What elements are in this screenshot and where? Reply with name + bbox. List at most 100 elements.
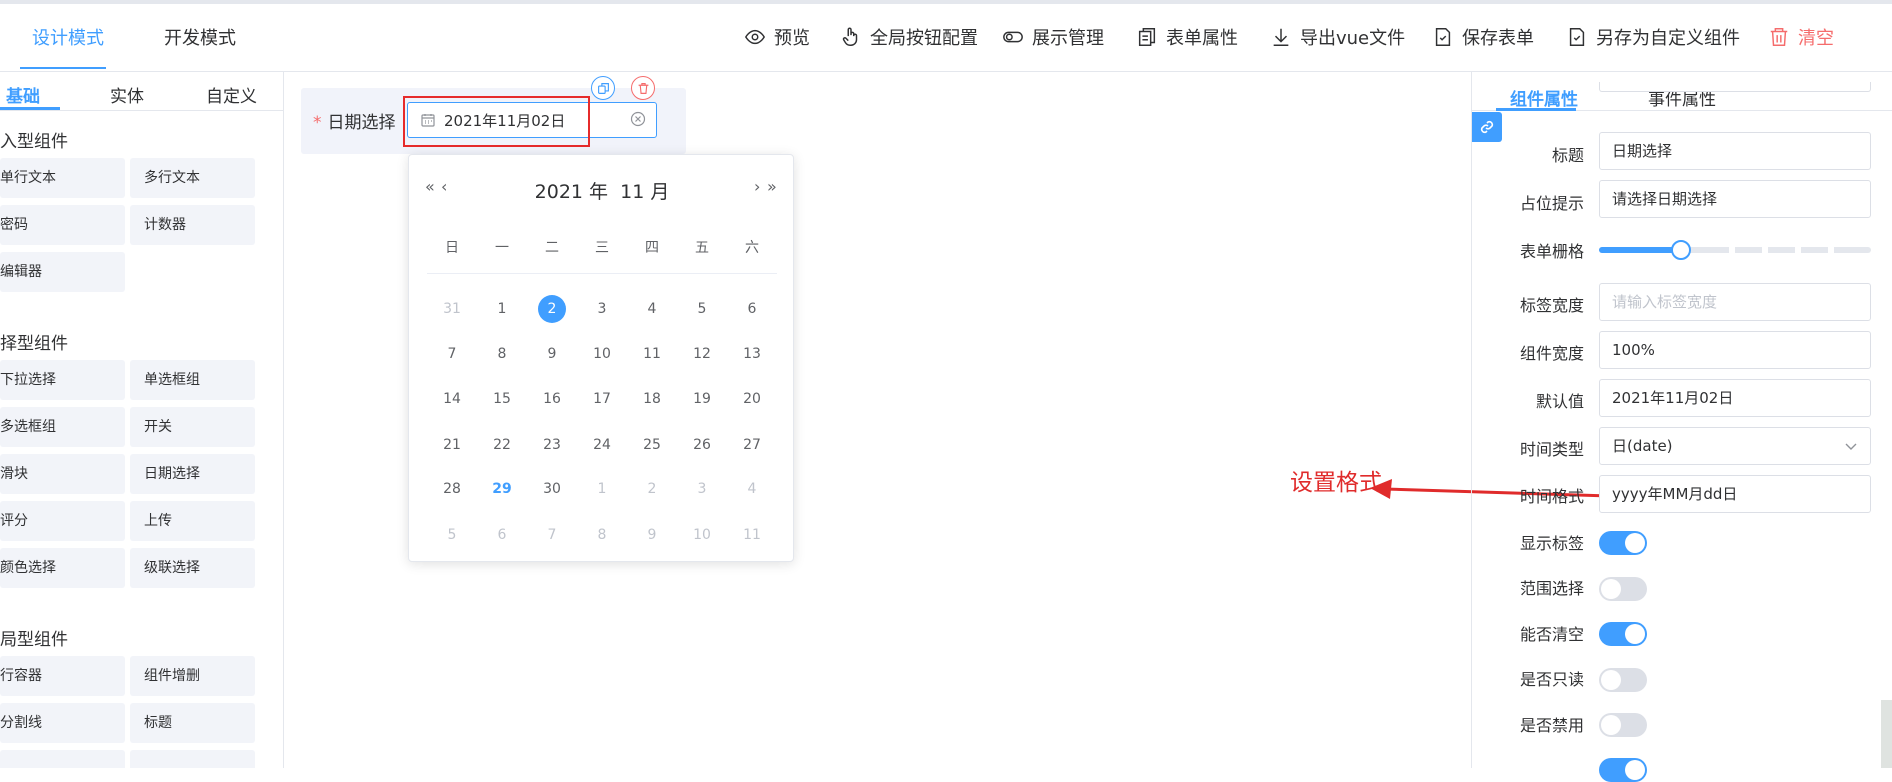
calendar-day[interactable]: 21 [427, 431, 477, 459]
export-vue-button[interactable]: 导出vue文件 [1270, 24, 1405, 50]
calendar-day[interactable]: 31 [427, 295, 477, 323]
calendar-day[interactable]: 11 [627, 340, 677, 368]
calendar-day[interactable]: 13 [727, 340, 777, 368]
year-label[interactable]: 2021 年 [535, 181, 608, 203]
calendar-day[interactable]: 24 [577, 431, 627, 459]
calendar-day[interactable]: 30 [527, 475, 577, 503]
calendar-day[interactable]: 5 [677, 295, 727, 323]
calendar-day[interactable]: 9 [627, 521, 677, 549]
component-row-container[interactable]: 行容器 [0, 656, 125, 696]
clearable-switch[interactable] [1599, 622, 1647, 646]
calendar-day[interactable]: 11 [727, 521, 777, 549]
title-input[interactable]: 日期选择 [1599, 132, 1871, 170]
calendar-day[interactable]: 16 [527, 385, 577, 413]
calendar-day[interactable]: 8 [477, 340, 527, 368]
component-width-input[interactable]: 100% [1599, 331, 1871, 369]
component-password[interactable]: 密码 [0, 205, 125, 245]
preview-button[interactable]: 预览 [744, 24, 810, 50]
calendar-day[interactable]: 1 [577, 475, 627, 503]
calendar-day[interactable]: 4 [627, 295, 677, 323]
component-radio-group[interactable]: 单选框组 [130, 360, 255, 400]
label-width-input[interactable]: 请输入标签宽度 [1599, 283, 1871, 321]
tab-component-properties[interactable]: 组件属性 [1510, 85, 1578, 110]
next-month-button[interactable]: › [754, 177, 760, 196]
calendar-day[interactable]: 4 [727, 475, 777, 503]
form-properties-button[interactable]: 表单属性 [1136, 24, 1238, 50]
component-editor[interactable]: 编辑器 [0, 252, 125, 292]
previous-field-input[interactable] [1599, 82, 1871, 92]
calendar-day[interactable]: 7 [427, 340, 477, 368]
calendar-day[interactable]: 3 [577, 295, 627, 323]
calendar-day[interactable]: 1 [477, 295, 527, 323]
tab-basic[interactable]: 基础 [6, 82, 40, 107]
calendar-day[interactable]: 17 [577, 385, 627, 413]
component-add-remove[interactable]: 组件增删 [130, 656, 255, 696]
calendar-day[interactable]: 12 [677, 340, 727, 368]
next-switch[interactable] [1599, 758, 1647, 782]
component-color-picker[interactable]: 颜色选择 [0, 548, 125, 588]
component-multi-line-text[interactable]: 多行文本 [130, 158, 255, 198]
range-select-switch[interactable] [1599, 577, 1647, 601]
calendar-day[interactable]: 14 [427, 385, 477, 413]
calendar-day[interactable]: 18 [627, 385, 677, 413]
copy-item-button[interactable] [591, 76, 615, 100]
calendar-day[interactable]: 23 [527, 431, 577, 459]
month-label[interactable]: 11 月 [620, 181, 669, 203]
default-value-input[interactable]: 2021年11月02日 [1599, 379, 1871, 417]
placeholder-input[interactable]: 请选择日期选择 [1599, 180, 1871, 218]
calendar-day[interactable]: 20 [727, 385, 777, 413]
component-heading[interactable]: 标题 [130, 703, 255, 743]
component-date-picker[interactable]: 日期选择 [130, 454, 255, 494]
calendar-day[interactable]: 19 [677, 385, 727, 413]
tab-design-mode[interactable]: 设计模式 [32, 24, 104, 50]
display-management-button[interactable]: 展示管理 [1002, 24, 1104, 50]
component-checkbox-group[interactable]: 多选框组 [0, 407, 125, 447]
tab-dev-mode[interactable]: 开发模式 [164, 24, 236, 50]
clear-circle-icon[interactable] [630, 111, 646, 127]
calendar-day[interactable]: 10 [577, 340, 627, 368]
component-slider[interactable]: 滑块 [0, 454, 125, 494]
disabled-switch[interactable] [1599, 713, 1647, 737]
component-single-line-text[interactable]: 单行文本 [0, 158, 125, 198]
calendar-day[interactable]: 27 [727, 431, 777, 459]
calendar-day[interactable]: 6 [477, 521, 527, 549]
save-form-button[interactable]: 保存表单 [1432, 24, 1534, 50]
calendar-day[interactable]: 3 [677, 475, 727, 503]
calendar-day[interactable]: 15 [477, 385, 527, 413]
calendar-day[interactable]: 2 [627, 475, 677, 503]
calendar-day[interactable]: 25 [627, 431, 677, 459]
link-button[interactable] [1472, 112, 1502, 142]
component-dropdown-select[interactable]: 下拉选择 [0, 360, 125, 400]
next-year-button[interactable]: » [767, 177, 777, 196]
delete-item-button[interactable] [631, 76, 655, 100]
component-upload[interactable]: 上传 [130, 501, 255, 541]
calendar-day[interactable]: 9 [527, 340, 577, 368]
calendar-day[interactable]: 2 [527, 295, 577, 323]
component-switch[interactable]: 开关 [130, 407, 255, 447]
save-as-custom-button[interactable]: 另存为自定义组件 [1566, 24, 1740, 50]
component-cascader[interactable]: 级联选择 [130, 548, 255, 588]
tab-entity[interactable]: 实体 [110, 82, 144, 107]
calendar-day[interactable]: 5 [427, 521, 477, 549]
slider-thumb[interactable] [1670, 240, 1691, 260]
time-format-input[interactable]: yyyy年MM月dd日 [1599, 475, 1871, 513]
calendar-day[interactable]: 29 [477, 475, 527, 503]
calendar-day[interactable]: 22 [477, 431, 527, 459]
calendar-day[interactable]: 10 [677, 521, 727, 549]
component-more[interactable] [130, 750, 255, 768]
component-rate[interactable]: 评分 [0, 501, 125, 541]
time-type-select[interactable]: 日(date) [1599, 427, 1871, 465]
component-counter[interactable]: 计数器 [130, 205, 255, 245]
calendar-day[interactable]: 26 [677, 431, 727, 459]
grid-slider[interactable] [1599, 240, 1871, 260]
show-label-switch[interactable] [1599, 531, 1647, 555]
calendar-day[interactable]: 7 [527, 521, 577, 549]
global-button-config-button[interactable]: 全局按钮配置 [840, 24, 978, 50]
tab-custom[interactable]: 自定义 [206, 82, 257, 107]
component-divider[interactable]: 分割线 [0, 703, 125, 743]
calendar-day[interactable]: 8 [577, 521, 627, 549]
component-more[interactable] [0, 750, 125, 768]
clear-button[interactable]: 清空 [1768, 24, 1834, 50]
calendar-day[interactable]: 6 [727, 295, 777, 323]
calendar-day[interactable]: 28 [427, 475, 477, 503]
